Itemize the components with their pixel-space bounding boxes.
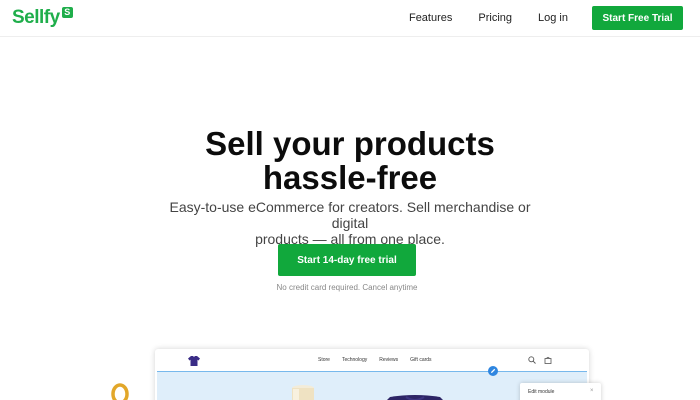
logo-wordmark: Sellfy — [12, 7, 60, 28]
tshirt-product-icon — [387, 395, 443, 400]
no-credit-card-note: No credit card required. Cancel anytime — [276, 283, 418, 292]
nav-link-features[interactable]: Features — [409, 12, 452, 24]
start-free-trial-button[interactable]: Start Free Trial — [592, 6, 683, 30]
search-icon[interactable] — [528, 356, 536, 364]
preview-link-gift-cards[interactable]: Gift cards — [410, 357, 431, 363]
nav-link-pricing[interactable]: Pricing — [478, 12, 512, 24]
close-icon[interactable]: × — [590, 388, 594, 394]
hero-title-line-1: Sell your products — [205, 125, 495, 162]
hero-title-line-2: hassle-free — [262, 159, 438, 196]
preview-link-technology[interactable]: Technology — [342, 357, 367, 363]
edit-module-title: Edit module — [528, 389, 555, 395]
preview-nav-links: Store Technology Reviews Gift cards — [318, 349, 444, 371]
preview-link-reviews[interactable]: Reviews — [379, 357, 398, 363]
gold-ring-icon — [111, 383, 129, 400]
tshirt-icon — [188, 356, 200, 366]
preview-navbar: Store Technology Reviews Gift cards — [155, 349, 589, 371]
start-trial-button[interactable]: Start 14-day free trial — [278, 244, 416, 276]
nav-links: Features Pricing Log in — [383, 0, 568, 36]
preview-link-store[interactable]: Store — [318, 357, 330, 363]
logo-badge: S — [61, 7, 73, 18]
cart-icon[interactable] — [544, 356, 552, 364]
sellfy-logo[interactable]: Sellfy S — [12, 6, 73, 30]
mug-icon — [292, 385, 314, 400]
edit-pencil-icon[interactable] — [488, 366, 498, 376]
edit-module-panel: Edit module × — [520, 383, 601, 400]
hero-subtitle: Easy-to-use eCommerce for creators. Sell… — [150, 199, 550, 247]
top-navigation: Sellfy S Features Pricing Log in Start F… — [0, 0, 700, 37]
hero-subtitle-line-1: Easy-to-use eCommerce for creators. Sell… — [169, 199, 531, 231]
hero-title: Sell your products hassle-free — [0, 127, 700, 195]
nav-link-login[interactable]: Log in — [538, 12, 568, 24]
